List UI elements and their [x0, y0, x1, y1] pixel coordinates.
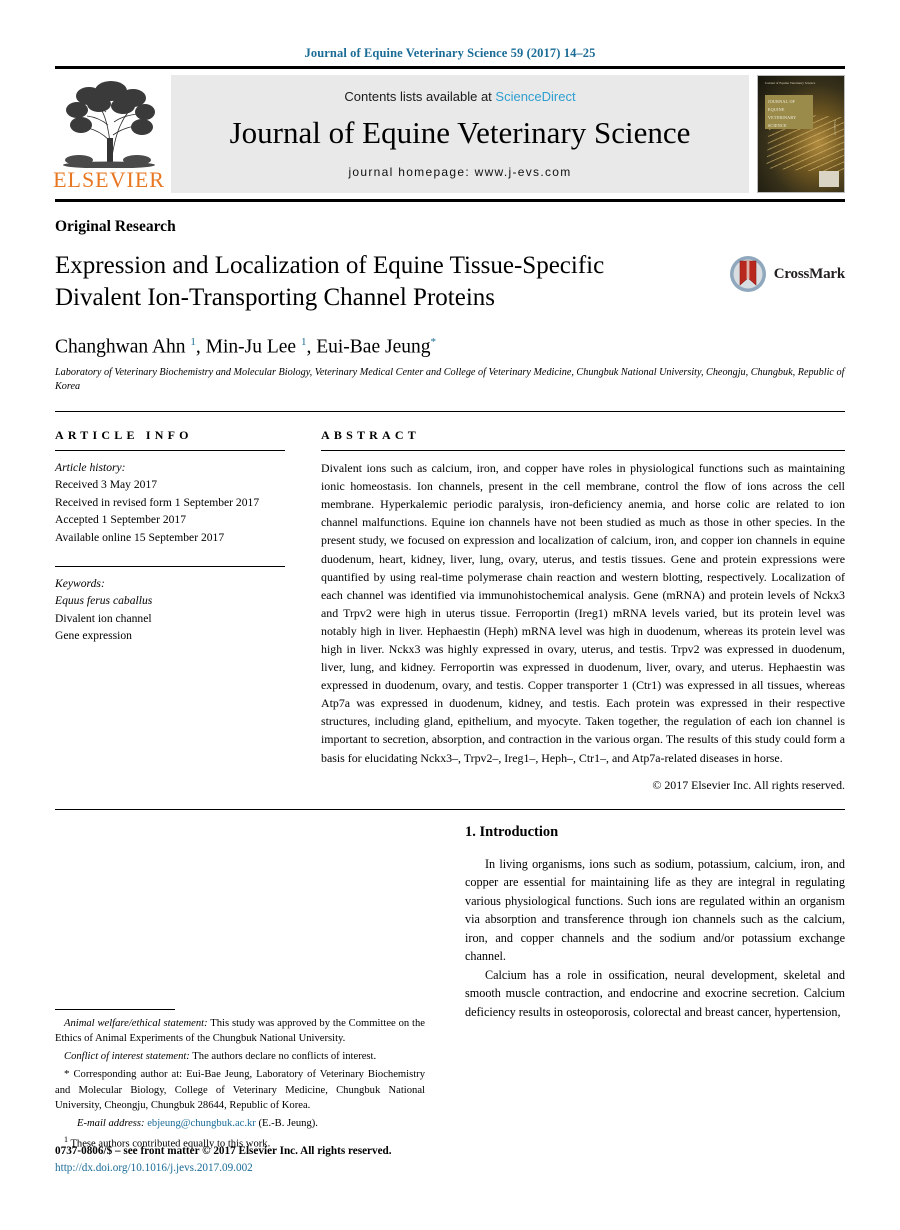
corresponding-text: Corresponding author at: Eui-Bae Jeung, … — [55, 1069, 425, 1112]
body-left-column: Animal welfare/ethical statement: This s… — [55, 824, 440, 1154]
rule-after-abstract — [55, 808, 845, 810]
journal-banner: Contents lists available at ScienceDirec… — [171, 75, 749, 193]
abstract-copyright: © 2017 Elsevier Inc. All rights reserved… — [652, 777, 845, 792]
cover-top-text: Journal of Equine Veterinary Science — [764, 80, 816, 85]
cover-elsevier-mark — [818, 171, 839, 188]
contents-prefix: Contents lists available at — [344, 89, 496, 105]
footnote-conflict: Conflict of interest statement: The auth… — [55, 1049, 425, 1065]
footnote-conflict-text: The authors declare no conflicts of inte… — [189, 1050, 377, 1062]
crossmark-label: CrossMark — [773, 265, 845, 282]
footnote-rule — [55, 1008, 175, 1010]
email-link[interactable]: ebjeung@chungbuk.ac.kr — [147, 1118, 256, 1129]
keyword-item-2: Gene expression — [55, 629, 132, 643]
abstract-rule — [321, 450, 845, 452]
elsevier-logo[interactable]: ELSEVIER — [53, 75, 165, 193]
journal-masthead: ELSEVIER Contents lists available at Sci… — [53, 69, 845, 199]
abstract-heading: ABSTRACT — [321, 428, 420, 443]
cover-side-text: Volume 59 — [833, 120, 838, 135]
article-page: Journal of Equine Veterinary Science 59 … — [0, 0, 900, 1230]
footnote-conflict-label: Conflict of interest statement: — [64, 1050, 190, 1062]
body-columns: Animal welfare/ethical statement: This s… — [55, 824, 845, 1154]
doi-link[interactable]: http://dx.doi.org/10.1016/j.jevs.2017.09… — [55, 1160, 475, 1177]
info-abstract-section: ARTICLE INFO Article history: Received 3… — [55, 412, 845, 793]
crossmark-badge[interactable]: CrossMark — [728, 254, 845, 294]
article-type: Original Research — [55, 218, 176, 235]
elsevier-tree-icon — [63, 81, 155, 168]
history-received: Received 3 May 2017 — [55, 478, 158, 492]
body-right-column: 1. Introduction In living organisms, ion… — [440, 824, 845, 1154]
journal-title: Journal of Equine Veterinary Science — [229, 115, 691, 151]
history-online: Available online 15 September 2017 — [55, 530, 225, 544]
keyword-item-1: Divalent ion channel — [55, 611, 152, 625]
journal-homepage-link[interactable]: journal homepage: www.j-evs.com — [348, 165, 571, 179]
journal-cover-thumbnail[interactable]: Journal of Equine Veterinary Science JOU… — [757, 75, 845, 193]
email-label: E-mail address: — [77, 1118, 145, 1129]
article-info-heading: ARTICLE INFO — [55, 428, 193, 443]
footnote-block: Animal welfare/ethical statement: This s… — [55, 1008, 425, 1154]
abstract-text: Divalent ions such as calcium, iron, and… — [321, 461, 845, 765]
footer-block: 0737-0806/$ – see front matter © 2017 El… — [55, 1143, 475, 1177]
abstract-column: ABSTRACT Divalent ions such as calcium, … — [305, 428, 845, 793]
introduction-paragraph-2: Calcium has a role in ossification, neur… — [465, 967, 845, 1020]
running-head: Journal of Equine Veterinary Science 59 … — [304, 46, 596, 60]
footnote-animal-welfare: Animal welfare/ethical statement: This s… — [55, 1016, 425, 1047]
introduction-paragraph-1: In living organisms, ions such as sodium… — [465, 856, 845, 964]
article-info-column: ARTICLE INFO Article history: Received 3… — [55, 428, 305, 793]
cover-title-label: JOURNAL OF EQUINE VETERINARY SCIENCE — [764, 94, 814, 130]
history-accepted: Accepted 1 September 2017 — [55, 513, 187, 527]
footnote-email: E-mail address: ebjeung@chungbuk.ac.kr (… — [55, 1116, 425, 1132]
footnote-animal-welfare-label: Animal welfare/ethical statement: — [64, 1017, 208, 1029]
title-row: Expression and Localization of Equine Ti… — [55, 236, 845, 314]
footnote-corresponding: * Corresponding author at: Eui-Bae Jeung… — [55, 1066, 425, 1114]
elsevier-wordmark: ELSEVIER — [53, 167, 165, 192]
history-revised: Received in revised form 1 September 201… — [55, 495, 260, 509]
introduction-heading: 1. Introduction — [465, 823, 559, 840]
email-suffix: (E.-B. Jeung). — [255, 1118, 318, 1129]
author-list: Changhwan Ahn 1, Min-Ju Lee 1, Eui-Bae J… — [55, 336, 436, 358]
keyword-species: Equus ferus caballus — [55, 594, 153, 608]
affiliation: Laboratory of Veterinary Biochemistry an… — [55, 366, 845, 393]
article-info-rule — [55, 450, 285, 452]
keywords-label: Keywords: — [55, 577, 105, 591]
keywords-rule — [55, 566, 285, 568]
issn-line: 0737-0806/$ – see front matter © 2017 El… — [55, 1145, 392, 1158]
contents-available-line: Contents lists available at ScienceDirec… — [344, 89, 575, 104]
sciencedirect-link[interactable]: ScienceDirect — [495, 89, 575, 104]
page-title: Expression and Localization of Equine Ti… — [55, 252, 605, 311]
crossmark-icon — [729, 256, 766, 292]
article-history-label: Article history: — [55, 461, 126, 475]
